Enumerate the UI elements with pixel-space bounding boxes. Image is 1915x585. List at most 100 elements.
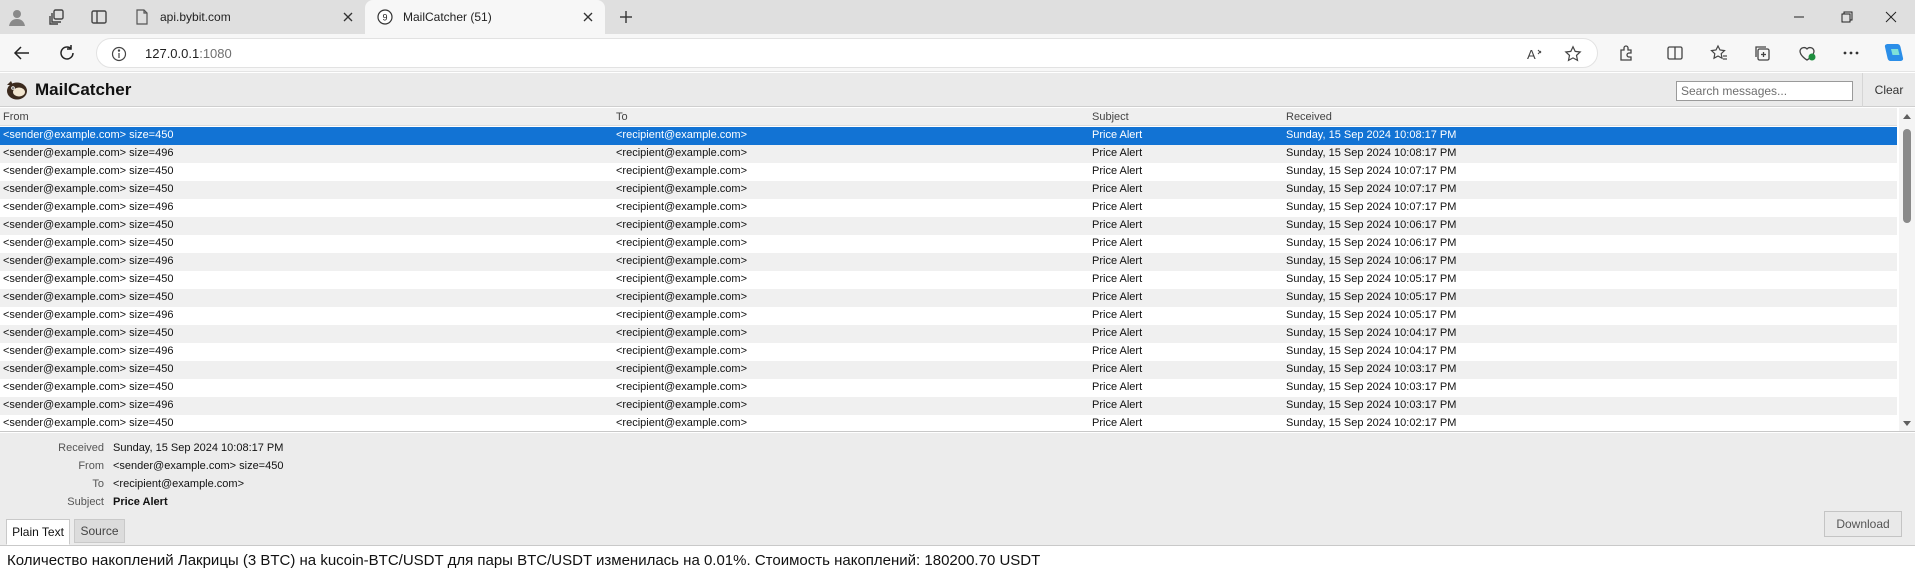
cell-received: Sunday, 15 Sep 2024 10:06:17 PM: [1286, 255, 1457, 267]
table-row[interactable]: <sender@example.com> size=450 <recipient@…: [0, 361, 1897, 379]
cell-from: <sender@example.com> size=496: [3, 345, 174, 357]
cell-subject: Price Alert: [1092, 291, 1143, 303]
cell-to: <recipient@example.com>: [616, 363, 748, 375]
table-row[interactable]: <sender@example.com> size=496 <recipient@…: [0, 199, 1897, 217]
scroll-down-icon[interactable]: [1899, 418, 1915, 430]
cell-from: <sender@example.com> size=450: [3, 237, 174, 249]
cell-subject: Price Alert: [1092, 363, 1143, 375]
extensions-icon[interactable]: [1616, 43, 1636, 63]
cell-from: <sender@example.com> size=450: [3, 363, 174, 375]
browser-tab-strip: api.bybit.com 9 MailCatcher (51): [0, 0, 1915, 34]
column-header-from[interactable]: From: [3, 111, 29, 123]
cell-subject: Price Alert: [1092, 399, 1143, 411]
browser-essentials-icon[interactable]: [1797, 43, 1817, 63]
site-info-icon[interactable]: [111, 46, 127, 62]
close-window-button[interactable]: [1867, 0, 1915, 34]
minimize-button[interactable]: [1775, 0, 1823, 34]
mailcatcher-favicon: 9: [377, 9, 393, 25]
table-row[interactable]: <sender@example.com> size=496 <recipient@…: [0, 145, 1897, 163]
cell-received: Sunday, 15 Sep 2024 10:02:17 PM: [1286, 417, 1457, 429]
cell-subject: Price Alert: [1092, 183, 1143, 195]
cell-to: <recipient@example.com>: [616, 237, 748, 249]
cell-from: <sender@example.com> size=496: [3, 201, 174, 213]
tab-plain-text[interactable]: Plain Text: [6, 519, 70, 545]
favorite-star-icon[interactable]: [1563, 44, 1583, 64]
table-row[interactable]: <sender@example.com> size=450 <recipient@…: [0, 289, 1897, 307]
meta-subject-value: Price Alert: [113, 496, 168, 508]
back-button[interactable]: [7, 39, 37, 67]
message-list: From To Subject Received <sender@example…: [0, 108, 1915, 432]
table-row[interactable]: <sender@example.com> size=450 <recipient@…: [0, 271, 1897, 289]
cell-subject: Price Alert: [1092, 201, 1143, 213]
more-options-icon[interactable]: [1841, 43, 1861, 63]
table-row[interactable]: <sender@example.com> size=450 <recipient@…: [0, 325, 1897, 343]
cell-to: <recipient@example.com>: [616, 399, 748, 411]
cell-to: <recipient@example.com>: [616, 345, 748, 357]
meta-label: From: [78, 460, 104, 472]
meta-label: To: [92, 478, 104, 490]
tab-actions-icon[interactable]: [85, 4, 113, 30]
table-row[interactable]: <sender@example.com> size=496 <recipient@…: [0, 343, 1897, 361]
table-row[interactable]: <sender@example.com> size=496 <recipient@…: [0, 397, 1897, 415]
cell-from: <sender@example.com> size=450: [3, 273, 174, 285]
cell-subject: Price Alert: [1092, 327, 1143, 339]
list-scrollbar[interactable]: [1899, 108, 1915, 431]
favorites-icon[interactable]: [1709, 43, 1729, 63]
clear-button[interactable]: Clear: [1862, 73, 1915, 107]
profile-icon[interactable]: [3, 4, 31, 30]
table-row[interactable]: <sender@example.com> size=496 <recipient@…: [0, 253, 1897, 271]
column-header-to[interactable]: To: [616, 111, 628, 123]
table-row[interactable]: <sender@example.com> size=450 <recipient@…: [0, 163, 1897, 181]
cell-received: Sunday, 15 Sep 2024 10:06:17 PM: [1286, 219, 1457, 231]
cell-to: <recipient@example.com>: [616, 417, 748, 429]
table-row[interactable]: <sender@example.com> size=450 <recipient@…: [0, 379, 1897, 397]
table-row[interactable]: <sender@example.com> size=496 <recipient@…: [0, 307, 1897, 325]
scroll-up-icon[interactable]: [1899, 110, 1915, 122]
search-input[interactable]: [1676, 81, 1853, 101]
cell-from: <sender@example.com> size=496: [3, 147, 174, 159]
list-header: From To Subject Received: [0, 108, 1897, 126]
table-row[interactable]: <sender@example.com> size=450 <recipient@…: [0, 217, 1897, 235]
table-row[interactable]: <sender@example.com> size=450 <recipient@…: [0, 415, 1897, 431]
tab-mailcatcher[interactable]: 9 MailCatcher (51): [365, 0, 605, 34]
close-tab-icon[interactable]: [577, 6, 599, 28]
cell-from: <sender@example.com> size=496: [3, 309, 174, 321]
cell-from: <sender@example.com> size=450: [3, 165, 174, 177]
read-aloud-icon[interactable]: A: [1525, 44, 1545, 64]
address-bar[interactable]: 127.0.0.1:1080 A: [96, 38, 1598, 68]
split-screen-icon[interactable]: [1665, 43, 1685, 63]
close-tab-icon[interactable]: [337, 6, 359, 28]
cell-from: <sender@example.com> size=496: [3, 255, 174, 267]
message-body: Количество накоплений Лакрицы (3 BTC) на…: [0, 545, 1915, 585]
cell-to: <recipient@example.com>: [616, 219, 748, 231]
column-header-subject[interactable]: Subject: [1092, 111, 1129, 123]
cell-received: Sunday, 15 Sep 2024 10:06:17 PM: [1286, 237, 1457, 249]
refresh-button[interactable]: [52, 39, 82, 67]
cell-received: Sunday, 15 Sep 2024 10:03:17 PM: [1286, 363, 1457, 375]
new-tab-button[interactable]: [612, 4, 640, 30]
cell-to: <recipient@example.com>: [616, 129, 748, 141]
cell-received: Sunday, 15 Sep 2024 10:03:17 PM: [1286, 399, 1457, 411]
tab-bybit[interactable]: api.bybit.com: [122, 0, 365, 34]
cell-from: <sender@example.com> size=450: [3, 381, 174, 393]
cell-subject: Price Alert: [1092, 165, 1143, 177]
table-row[interactable]: <sender@example.com> size=450 <recipient@…: [0, 127, 1897, 145]
cell-subject: Price Alert: [1092, 381, 1143, 393]
table-row[interactable]: <sender@example.com> size=450 <recipient@…: [0, 181, 1897, 199]
tab-title: api.bybit.com: [160, 10, 231, 24]
collections-icon[interactable]: [1752, 43, 1772, 63]
tab-source[interactable]: Source: [74, 519, 125, 543]
column-header-received[interactable]: Received: [1286, 111, 1332, 123]
restore-button[interactable]: [1823, 0, 1871, 34]
table-row[interactable]: <sender@example.com> size=450 <recipient@…: [0, 235, 1897, 253]
scroll-thumb[interactable]: [1903, 129, 1911, 223]
cell-from: <sender@example.com> size=496: [3, 399, 174, 411]
message-rows: <sender@example.com> size=450 <recipient@…: [0, 127, 1897, 431]
message-body-text: Количество накоплений Лакрицы (3 BTC) на…: [7, 552, 1041, 569]
cell-received: Sunday, 15 Sep 2024 10:04:17 PM: [1286, 345, 1457, 357]
download-button[interactable]: Download: [1824, 511, 1902, 537]
workspaces-icon[interactable]: [43, 4, 71, 30]
copilot-icon[interactable]: [1881, 40, 1907, 64]
cell-received: Sunday, 15 Sep 2024 10:08:17 PM: [1286, 147, 1457, 159]
tab-title: MailCatcher (51): [403, 10, 492, 24]
